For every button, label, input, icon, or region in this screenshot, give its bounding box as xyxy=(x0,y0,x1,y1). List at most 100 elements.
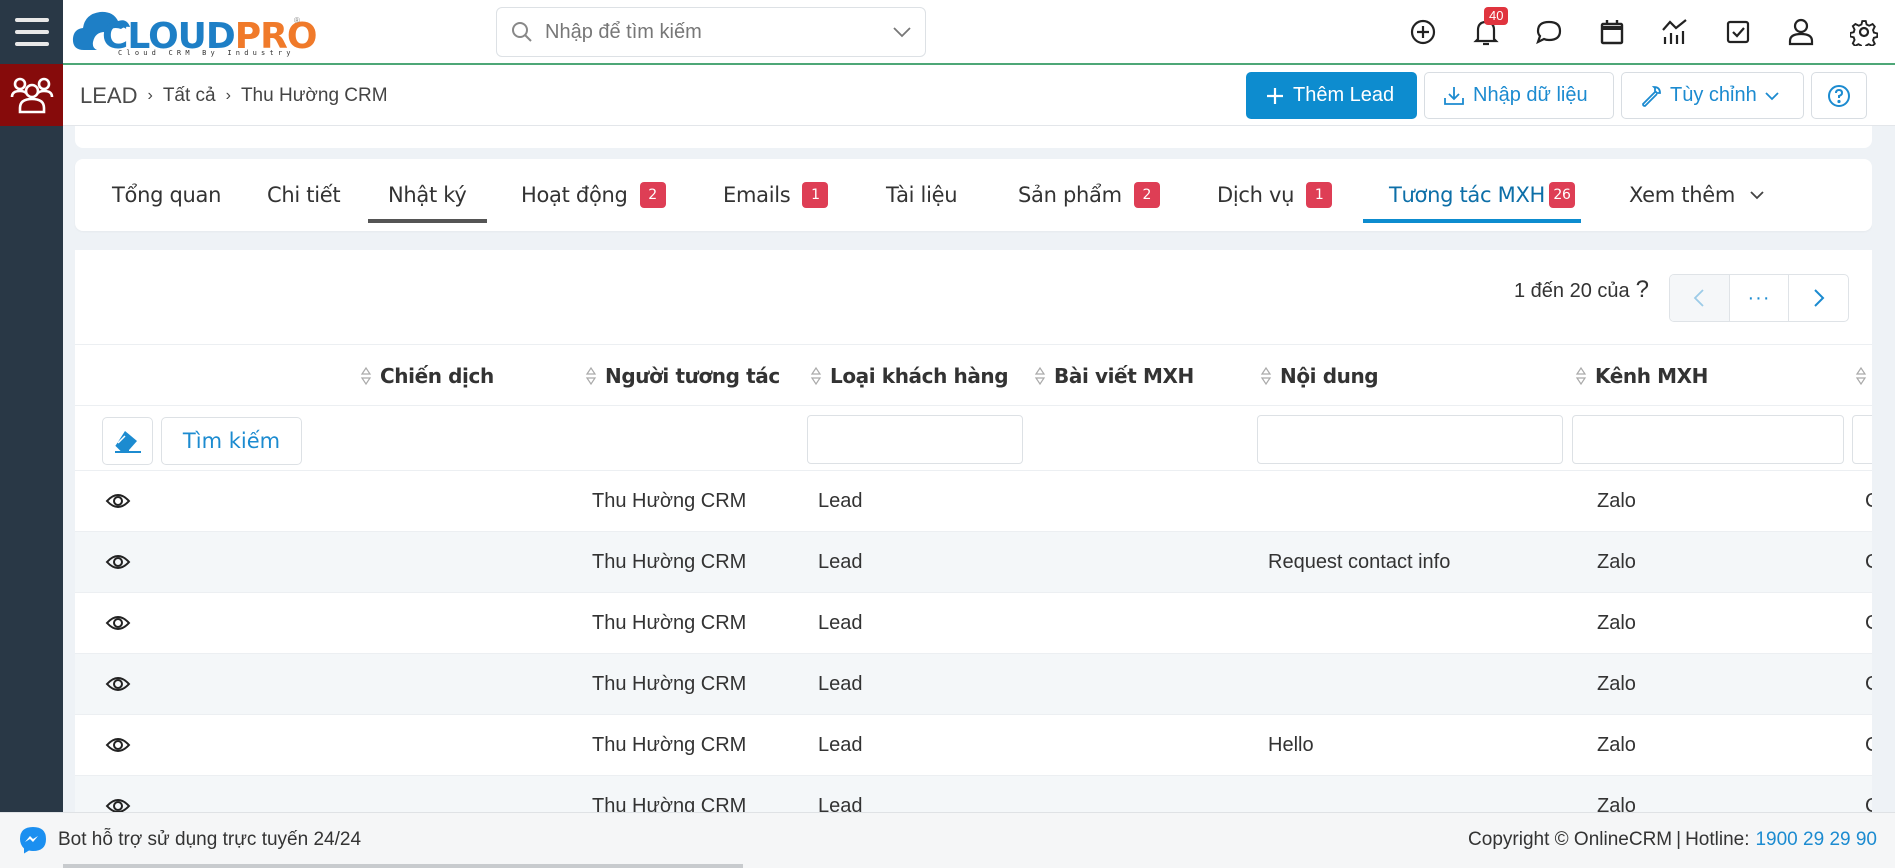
pagination-total[interactable]: ? xyxy=(1636,276,1649,303)
view-record-button[interactable] xyxy=(105,776,131,812)
summary-card xyxy=(75,126,1872,148)
tab-log[interactable]: Nhật ký xyxy=(368,159,486,231)
cell-more: C xyxy=(1865,776,1872,813)
column-label: Loại khách hàng xyxy=(830,364,1009,388)
chevron-right-icon xyxy=(1813,289,1825,307)
reports-button[interactable] xyxy=(1643,0,1706,64)
breadcrumb: LEAD › Tất cả › Thu Hường CRM xyxy=(80,65,388,126)
table-row[interactable]: Thu Hường CRM Lead Zalo C xyxy=(75,471,1872,532)
cell-more: C xyxy=(1865,471,1872,531)
breadcrumb-all[interactable]: Tất cả xyxy=(163,85,216,107)
column-header-content[interactable]: Nội dung xyxy=(1260,345,1379,407)
sort-icon xyxy=(1855,366,1867,386)
table-row[interactable]: Thu Hường CRM Lead Request contact info Zal… xyxy=(75,532,1872,593)
view-record-button[interactable] xyxy=(105,532,131,592)
calendar-button[interactable] xyxy=(1580,0,1643,64)
tab-documents[interactable]: Tài liệu xyxy=(886,159,958,231)
dots-icon: ··· xyxy=(1747,286,1771,309)
view-record-button[interactable] xyxy=(105,654,131,714)
notification-badge: 40 xyxy=(1484,7,1509,25)
pagination-range: 1 đến 20 của xyxy=(1514,280,1630,302)
column-header-more[interactable] xyxy=(1855,345,1872,407)
profile-button[interactable] xyxy=(1769,0,1832,64)
clear-filters-button[interactable] xyxy=(102,417,153,465)
filter-customer-type-input[interactable] xyxy=(807,415,1023,464)
eye-icon xyxy=(105,616,131,630)
cloudpro-logo[interactable]: CLOUDPRO ® Cloud CRM By Industry xyxy=(72,6,318,57)
chevron-right-icon: › xyxy=(147,86,153,104)
tab-social-interactions[interactable]: Tương tác MXH 26 xyxy=(1362,159,1582,231)
cell-actor: Thu Hường CRM xyxy=(592,611,747,634)
horizontal-scrollbar[interactable] xyxy=(63,864,743,868)
filter-content-input[interactable] xyxy=(1257,415,1563,464)
cell-channel: Zalo xyxy=(1597,550,1636,573)
bot-text: Bot hỗ trợ sử dụng trực tuyến 24/24 xyxy=(58,829,362,850)
filter-channel-input[interactable] xyxy=(1572,415,1844,464)
add-lead-button[interactable]: Thêm Lead xyxy=(1246,72,1417,119)
column-header-actor[interactable]: Người tương tác xyxy=(585,345,780,407)
search-icon xyxy=(512,22,532,42)
view-record-button[interactable] xyxy=(105,593,131,653)
tab-label: Chi tiết xyxy=(267,183,341,207)
chat-button[interactable] xyxy=(1517,0,1580,64)
search-placeholder: Nhập để tìm kiếm xyxy=(545,20,702,43)
quick-create-button[interactable] xyxy=(1391,0,1454,64)
tab-emails[interactable]: Emails 1 xyxy=(723,159,829,231)
tab-products[interactable]: Sản phẩm 2 xyxy=(1018,159,1160,231)
table-row[interactable]: Thu Hường CRM Lead Zalo C xyxy=(75,593,1872,654)
column-header-customer-type[interactable]: Loại khách hàng xyxy=(810,345,1009,407)
column-label: Kênh MXH xyxy=(1595,364,1709,388)
tab-count-badge: 2 xyxy=(639,182,666,208)
tab-details[interactable]: Chi tiết xyxy=(267,159,341,231)
tab-count-badge: 26 xyxy=(1549,182,1576,208)
tab-services[interactable]: Dịch vụ 1 xyxy=(1217,159,1333,231)
search-button-label: Tìm kiếm xyxy=(182,429,281,453)
menu-toggle-button[interactable] xyxy=(0,0,63,64)
copyright-text: Copyright © OnlineCRM xyxy=(1468,829,1673,850)
column-header-channel[interactable]: Kênh MXH xyxy=(1575,345,1708,407)
table-row[interactable]: Thu Hường CRM Lead Hello Zalo C xyxy=(75,715,1872,776)
sidebar-item-leads[interactable] xyxy=(0,64,63,126)
footer: Bot hỗ trợ sử dụng trực tuyến 24/24 Copy… xyxy=(0,812,1895,868)
support-bot-link[interactable]: Bot hỗ trợ sử dụng trực tuyến 24/24 xyxy=(18,813,361,867)
global-search-input[interactable]: Nhập để tìm kiếm xyxy=(496,7,926,57)
tasks-button[interactable] xyxy=(1706,0,1769,64)
next-page-button[interactable] xyxy=(1789,275,1848,321)
tab-more[interactable]: Xem thêm xyxy=(1629,159,1765,231)
table-row[interactable]: Thu Hường CRM Lead Zalo C xyxy=(75,776,1872,812)
column-label: Chiến dịch xyxy=(380,364,494,388)
eye-icon xyxy=(105,555,131,569)
hotline-number[interactable]: 1900 29 29 90 xyxy=(1755,829,1877,851)
page-jump-button[interactable]: ··· xyxy=(1730,275,1790,321)
table-search-button[interactable]: Tìm kiếm xyxy=(161,417,302,465)
task-icon xyxy=(1726,20,1749,44)
tab-overview[interactable]: Tổng quan xyxy=(112,159,221,231)
hamburger-icon xyxy=(14,18,49,22)
prev-page-button[interactable] xyxy=(1670,275,1730,321)
settings-button[interactable] xyxy=(1832,0,1895,64)
wrench-icon xyxy=(1642,85,1661,107)
pagination: ··· xyxy=(1669,274,1849,322)
filter-more-input[interactable] xyxy=(1852,415,1872,464)
view-record-button[interactable] xyxy=(105,471,131,531)
cell-content: Request contact info xyxy=(1268,550,1451,573)
tab-activities[interactable]: Hoạt động 2 xyxy=(521,159,666,231)
filter-row: Tìm kiếm xyxy=(75,406,1872,471)
chat-icon xyxy=(1535,20,1561,45)
chevron-down-icon[interactable] xyxy=(893,26,911,38)
column-header-social-post[interactable]: Bài viết MXH xyxy=(1034,345,1194,407)
page-actions: Thêm Lead Nhập dữ liệu Tùy chỉnh xyxy=(1246,72,1867,119)
help-button[interactable] xyxy=(1811,72,1867,119)
breadcrumb-module[interactable]: LEAD xyxy=(80,83,137,109)
column-label: Người tương tác xyxy=(605,364,780,388)
users-icon xyxy=(10,77,53,114)
import-button[interactable]: Nhập dữ liệu xyxy=(1424,72,1614,119)
view-record-button[interactable] xyxy=(105,715,131,775)
chevron-down-icon xyxy=(1750,191,1764,200)
tab-label: Dịch vụ xyxy=(1217,183,1295,207)
column-header-campaign[interactable]: Chiến dịch xyxy=(360,345,494,407)
hotline-label: Hotline: xyxy=(1685,829,1750,850)
table-row[interactable]: Thu Hường CRM Lead Zalo C xyxy=(75,654,1872,715)
customize-dropdown[interactable]: Tùy chỉnh xyxy=(1621,72,1804,119)
notifications-button[interactable]: 40 xyxy=(1454,0,1517,64)
